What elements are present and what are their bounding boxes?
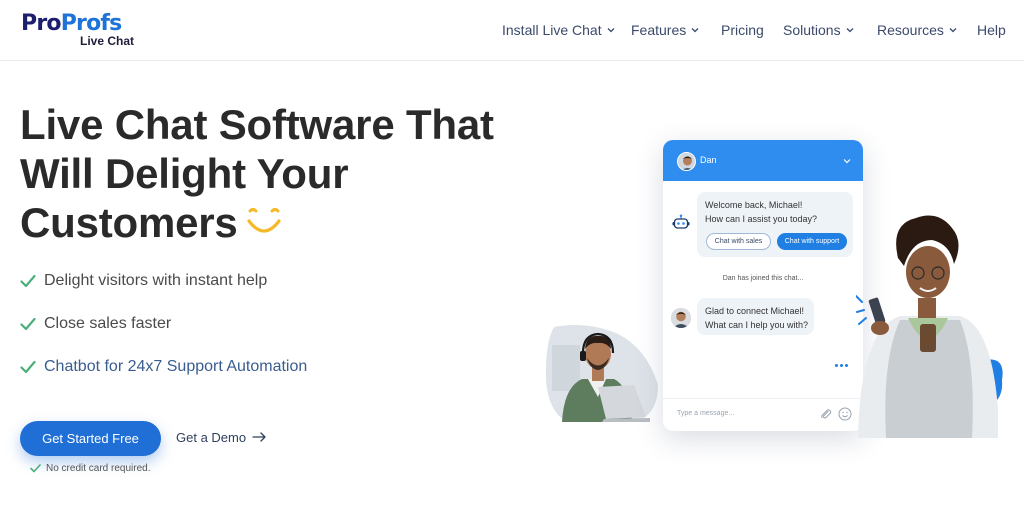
chat-widget[interactable]: Dan Welcome back, Michael! How can I ass… [663,140,863,431]
check-icon [20,317,36,331]
nav-features[interactable]: Features [631,20,699,40]
hero-title-line-3: Customers [20,199,238,246]
nav-label: Features [631,22,687,38]
arrow-right-icon [252,432,266,442]
get-a-demo-link[interactable]: Get a Demo [176,427,267,447]
check-icon [30,463,41,472]
chevron-down-icon [949,28,957,33]
agent-name: Dan [700,155,717,165]
chat-header[interactable]: Dan [663,140,863,181]
agent-avatar-icon [671,308,691,328]
nav-label: Solutions [783,22,841,38]
agent-message-bubble: Glad to connect Michael! What can I help… [697,298,814,335]
feature-item-chatbot[interactable]: Chatbot for 24x7 Support Automation [20,356,307,378]
nav-pricing[interactable]: Pricing [721,20,764,40]
nav-resources[interactable]: Resources [877,20,957,40]
chat-with-support-option[interactable]: Chat with support [777,233,847,250]
emoji-icon[interactable] [838,407,852,421]
logo-subtitle: Live Chat [80,34,135,48]
feature-label: Chatbot for 24x7 Support Automation [44,358,308,375]
demo-label: Get a Demo [176,429,247,445]
site-header: ProProfs Live Chat Install Live Chat Fea… [0,0,1024,61]
chevron-down-icon[interactable] [842,156,852,166]
agent-message-line-1: Glad to connect Michael! [705,306,805,316]
system-message: Dan has joined this chat... [722,275,804,282]
note-text: No credit card required. [46,462,151,474]
paperclip-icon[interactable] [820,408,832,420]
check-icon [20,360,36,374]
hero-title-line-1: Live Chat Software That [20,101,494,148]
chevron-down-icon [607,28,615,33]
no-credit-card-note: No credit card required. [30,461,151,475]
nav-help[interactable]: Help [977,20,1006,40]
nav-label: Help [977,22,1006,38]
feature-label: Delight visitors with instant help [44,272,268,289]
agent-avatar [677,152,696,171]
message-input[interactable]: Type a message... [663,398,863,431]
chevron-down-icon [691,28,699,33]
proprofs-logo[interactable]: ProProfs Live Chat [21,10,135,50]
agent-avatar-icon [678,153,695,170]
smile-icon [246,207,281,233]
chat-with-sales-option[interactable]: Chat with sales [706,233,771,250]
nav-solutions[interactable]: Solutions [783,20,854,40]
check-icon [20,274,36,288]
chatbot-icon [672,214,690,229]
hero-title-line-2: Will Delight Your [20,150,349,197]
message-input-placeholder: Type a message... [677,410,735,417]
agent-message-line-2: What can I help you with? [705,320,809,330]
feature-item-close-sales: Close sales faster [20,313,171,335]
nav-label: Install Live Chat [502,22,602,38]
nav-install-live-chat[interactable]: Install Live Chat [502,20,615,40]
chevron-down-icon [846,28,854,33]
hero-title: Live Chat Software That Will Delight You… [20,100,520,247]
agent-message-avatar [671,308,691,328]
nav-label: Pricing [721,22,764,38]
feature-label: Close sales faster [44,315,172,332]
bot-message-line-1: Welcome back, Michael! [705,200,803,210]
get-started-free-button[interactable]: Get Started Free [20,421,161,456]
bot-message-line-2: How can I assist you today? [705,214,818,224]
agent-with-headset-illustration [546,325,658,422]
nav-label: Resources [877,22,944,38]
typing-indicator [835,364,848,367]
customer-with-phone-illustration [856,215,1003,438]
feature-item-instant-help: Delight visitors with instant help [20,270,267,292]
